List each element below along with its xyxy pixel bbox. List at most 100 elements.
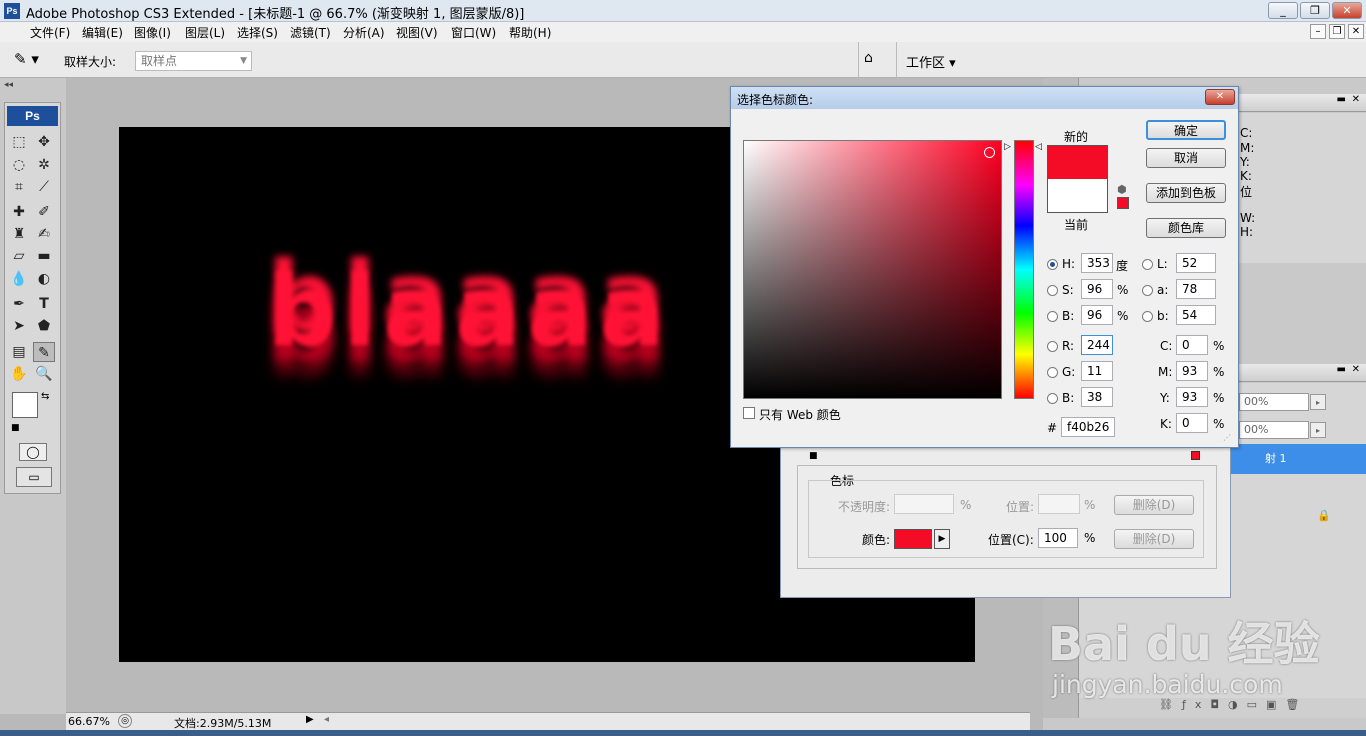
hex-field[interactable]: f40b26 (1061, 417, 1115, 437)
hue-slider-right-arrow-icon[interactable]: ◁ (1035, 142, 1042, 152)
menu-filter[interactable]: 滤镜(T) (290, 24, 331, 41)
ok-button[interactable]: 确定 (1146, 120, 1226, 140)
hue-slider[interactable] (1014, 140, 1034, 399)
swap-colors-icon[interactable]: ⇆ (41, 391, 49, 402)
screen-mode-icon[interactable]: ▭ (16, 467, 52, 487)
eyedropper-tool-preset-icon[interactable]: ✎ ▾ (14, 50, 50, 70)
zoom-tool-icon[interactable]: 🔍 (33, 364, 55, 384)
panel-close-icon[interactable]: ✕ (1352, 94, 1360, 105)
default-colors-icon[interactable]: ■ (11, 423, 20, 433)
bridge-icon[interactable]: ⌂ (864, 50, 888, 70)
menu-image[interactable]: 图像(I) (134, 24, 171, 41)
radio-h[interactable] (1047, 259, 1058, 270)
radio-s[interactable] (1047, 285, 1058, 296)
web-only-checkbox[interactable] (743, 407, 755, 419)
magic-wand-tool-icon[interactable]: ✲ (33, 155, 55, 175)
resize-grip-icon[interactable]: ⋰ (1223, 433, 1231, 442)
lasso-tool-icon[interactable]: ◌ (8, 155, 30, 175)
hue-field[interactable]: 353 (1081, 253, 1113, 273)
menu-analysis[interactable]: 分析(A) (343, 24, 385, 41)
workspace-menu[interactable]: 工作区 ▾ (906, 52, 956, 71)
restore-button[interactable]: ❐ (1300, 2, 1330, 19)
radio-blue[interactable] (1047, 393, 1058, 404)
dialog-close-button[interactable]: ✕ (1205, 89, 1235, 105)
status-menu-arrow-icon[interactable]: ▶ (306, 714, 314, 725)
radio-r[interactable] (1047, 341, 1058, 352)
pen-tool-icon[interactable]: ✒ (8, 294, 30, 314)
lab-l-field[interactable]: 52 (1176, 253, 1216, 273)
stop-location-disabled-field[interactable] (1038, 494, 1080, 514)
radio-a[interactable] (1142, 285, 1153, 296)
panel-minimize-icon[interactable]: ▬ (1337, 94, 1346, 105)
clone-stamp-tool-icon[interactable]: ♜ (8, 224, 30, 244)
gradient-tool-icon[interactable]: ▬ (33, 246, 55, 266)
zoom-level[interactable]: 66.67% (68, 715, 110, 728)
move-tool-icon[interactable]: ✥ (33, 132, 55, 152)
out-of-gamut-cube-icon[interactable]: ⬢ (1117, 183, 1127, 196)
hand-tool-icon[interactable]: ✋ (8, 364, 30, 384)
opacity-field[interactable]: 00% ▸ (1239, 393, 1326, 411)
type-tool-icon[interactable]: T (33, 294, 55, 314)
green-field[interactable]: 11 (1081, 361, 1113, 381)
stop-location-field[interactable]: 100 (1038, 528, 1078, 548)
blue-field[interactable]: 38 (1081, 387, 1113, 407)
cyan-field[interactable]: 0 (1176, 335, 1208, 355)
yellow-field[interactable]: 93 (1176, 387, 1208, 407)
gradient-stop-red[interactable] (1191, 451, 1200, 460)
notes-tool-icon[interactable]: ▤ (8, 342, 30, 362)
foreground-color-swatch[interactable] (12, 392, 38, 418)
brush-tool-icon[interactable]: ✐ (33, 202, 55, 222)
web-safe-color-swatch[interactable] (1117, 197, 1129, 209)
blur-tool-icon[interactable]: 💧 (8, 269, 30, 289)
slice-tool-icon[interactable]: ⟋ (33, 177, 55, 197)
cancel-button[interactable]: 取消 (1146, 148, 1226, 168)
color-libraries-button[interactable]: 颜色库 (1146, 218, 1226, 238)
lab-a-field[interactable]: 78 (1176, 279, 1216, 299)
red-field[interactable]: 244 (1081, 335, 1113, 355)
radio-lab-b[interactable] (1142, 311, 1153, 322)
stop-opacity-field[interactable] (894, 494, 954, 514)
panel-minimize-icon[interactable]: ▬ (1337, 364, 1346, 375)
delete-color-stop-button[interactable]: 删除(D) (1114, 529, 1194, 549)
color-field[interactable] (743, 140, 1002, 399)
brightness-field[interactable]: 96 (1081, 305, 1113, 325)
doc-close-button[interactable]: ✕ (1348, 24, 1364, 39)
fill-field[interactable]: 00% ▸ (1239, 421, 1326, 439)
layer-row-selected[interactable]: 射 1 (1229, 444, 1366, 474)
saturation-field[interactable]: 96 (1081, 279, 1113, 299)
add-to-swatches-button[interactable]: 添加到色板 (1146, 183, 1226, 203)
shape-tool-icon[interactable]: ⬟ (33, 316, 55, 336)
doc-minimize-button[interactable]: – (1310, 24, 1326, 39)
panel-close-icon[interactable]: ✕ (1352, 364, 1360, 375)
sample-size-select[interactable]: 取样点 ▼ (135, 51, 252, 71)
menu-select[interactable]: 选择(S) (237, 24, 278, 41)
menu-help[interactable]: 帮助(H) (509, 24, 551, 41)
eyedropper-tool-icon[interactable]: ✎ (33, 342, 55, 362)
color-menu-arrow-icon[interactable]: ▶ (934, 529, 950, 549)
black-field[interactable]: 0 (1176, 413, 1208, 433)
marquee-tool-icon[interactable]: ⬚ (8, 132, 30, 152)
minimize-button[interactable]: _ (1268, 2, 1298, 19)
collapse-icon[interactable]: ◂◂ (4, 80, 13, 90)
crop-tool-icon[interactable]: ⌗ (8, 177, 30, 197)
healing-brush-tool-icon[interactable]: ✚ (8, 202, 30, 222)
current-color-swatch[interactable] (1048, 179, 1107, 212)
eraser-tool-icon[interactable]: ▱ (8, 246, 30, 266)
scroll-left-icon[interactable]: ◂ (324, 714, 329, 725)
history-brush-tool-icon[interactable]: ✍ (33, 224, 55, 244)
menu-edit[interactable]: 编辑(E) (82, 24, 123, 41)
magenta-field[interactable]: 93 (1176, 361, 1208, 381)
radio-g[interactable] (1047, 367, 1058, 378)
quick-mask-icon[interactable]: ◯ (19, 443, 47, 461)
menu-file[interactable]: 文件(F) (30, 24, 70, 41)
delete-opacity-stop-button[interactable]: 删除(D) (1114, 495, 1194, 515)
menu-layer[interactable]: 图层(L) (185, 24, 225, 41)
radio-b[interactable] (1047, 311, 1058, 322)
stop-color-swatch[interactable] (894, 529, 932, 549)
color-field-picker-ring[interactable] (984, 147, 995, 158)
menu-window[interactable]: 窗口(W) (451, 24, 496, 41)
status-info-icon[interactable]: ◎ (118, 714, 132, 728)
menu-view[interactable]: 视图(V) (396, 24, 438, 41)
dodge-tool-icon[interactable]: ◐ (33, 269, 55, 289)
path-selection-tool-icon[interactable]: ➤ (8, 316, 30, 336)
